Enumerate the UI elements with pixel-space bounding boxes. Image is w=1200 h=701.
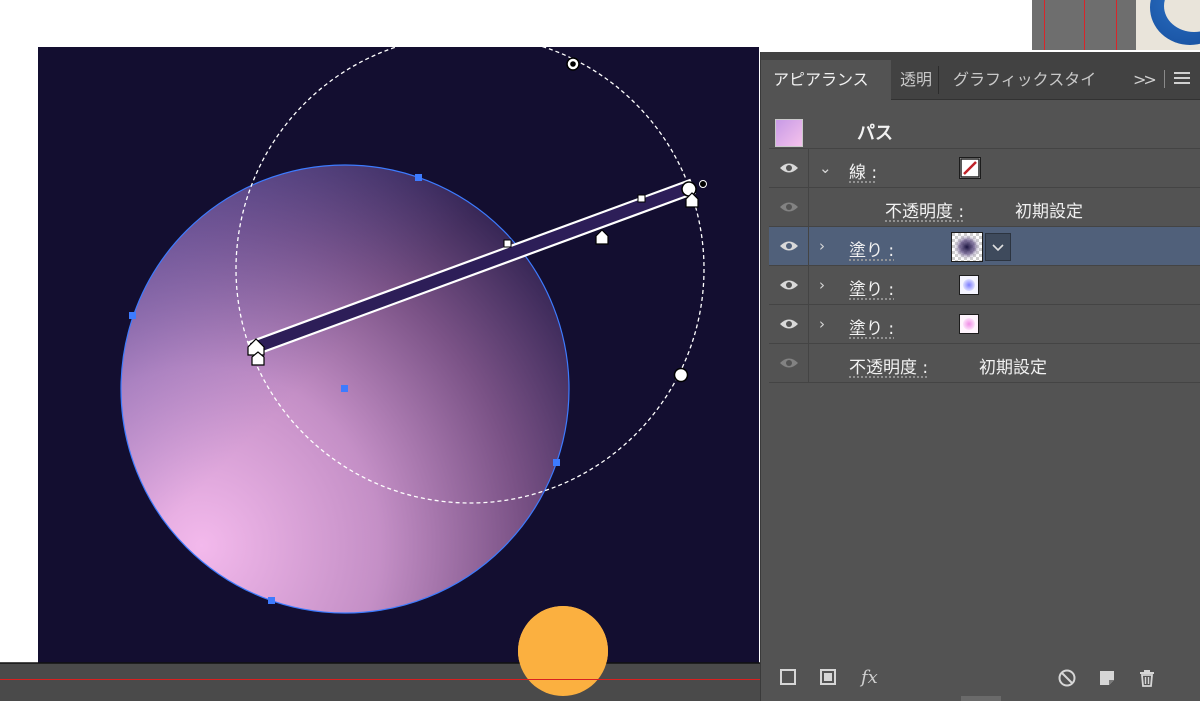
opacity-label[interactable]: 不透明度 : bbox=[849, 353, 928, 378]
fill-label[interactable]: 塗り : bbox=[849, 236, 894, 261]
blue-gradient-swatch-icon bbox=[960, 276, 978, 294]
eye-icon[interactable] bbox=[779, 201, 799, 213]
gradient-radius-handle[interactable] bbox=[673, 367, 689, 383]
anchor-point-right[interactable] bbox=[553, 459, 560, 466]
fill-row-1[interactable]: › 塗り : bbox=[769, 227, 1200, 266]
red-guide bbox=[1116, 0, 1117, 50]
panel-footer: fx bbox=[761, 658, 1200, 701]
panel-tab-bar: アピアランス 透明 グラフィックスタイ >> bbox=[761, 52, 1200, 100]
tab-divider bbox=[938, 66, 939, 94]
stroke-opacity-row[interactable]: 不透明度 : 初期設定 bbox=[769, 188, 1200, 227]
artwork[interactable] bbox=[38, 47, 759, 701]
object-opacity-row[interactable]: 不透明度 : 初期設定 bbox=[769, 344, 1200, 383]
tab-separator bbox=[1164, 70, 1165, 88]
chevron-right-icon[interactable]: › bbox=[819, 276, 825, 294]
fill-row-2[interactable]: › 塗り : bbox=[769, 266, 1200, 305]
anchor-point-left[interactable] bbox=[129, 312, 136, 319]
fill-label[interactable]: 塗り : bbox=[849, 275, 894, 300]
path-thumbnail bbox=[775, 119, 803, 147]
canvas-bottom-strip bbox=[0, 663, 760, 701]
opacity-value: 初期設定 bbox=[979, 358, 1047, 378]
visibility-cell[interactable] bbox=[769, 227, 809, 266]
duplicate-item-icon[interactable] bbox=[1097, 668, 1117, 688]
gradient-focus-handle-inner bbox=[570, 61, 576, 67]
eye-icon[interactable] bbox=[779, 357, 799, 369]
visibility-cell[interactable] bbox=[769, 188, 809, 227]
path-header-row[interactable]: パス bbox=[769, 110, 1200, 149]
center-point bbox=[341, 385, 348, 392]
artboard[interactable] bbox=[38, 47, 759, 701]
fill-dropdown-button[interactable] bbox=[985, 233, 1011, 261]
add-fill-icon[interactable] bbox=[819, 668, 837, 686]
stroke-label[interactable]: 線 : bbox=[849, 158, 877, 183]
fill-gradient-swatch[interactable] bbox=[951, 232, 983, 262]
red-guide-line bbox=[0, 679, 760, 680]
clear-appearance-icon[interactable] bbox=[1057, 668, 1077, 688]
canvas-area[interactable] bbox=[0, 0, 760, 701]
trash-icon[interactable] bbox=[1137, 668, 1157, 688]
opacity-label[interactable]: 不透明度 : bbox=[885, 197, 964, 222]
eye-icon[interactable] bbox=[779, 279, 799, 291]
fill-blue-swatch[interactable] bbox=[959, 275, 979, 295]
visibility-cell[interactable] bbox=[769, 149, 809, 188]
double-chevron-right-icon[interactable]: >> bbox=[1133, 70, 1157, 89]
hamburger-menu-icon[interactable] bbox=[1174, 72, 1190, 87]
appearance-panel: アピアランス 透明 グラフィックスタイ >> パス ⌄ 線 : 不透明度: 初… bbox=[760, 52, 1200, 701]
anchor-point-bottom[interactable] bbox=[268, 597, 275, 604]
red-guide bbox=[1044, 0, 1045, 50]
panel-resize-grip[interactable] bbox=[961, 696, 1001, 701]
stroke-row[interactable]: ⌄ 線 : bbox=[769, 149, 1200, 188]
visibility-cell[interactable] bbox=[769, 266, 809, 305]
chevron-right-icon[interactable]: › bbox=[819, 315, 825, 333]
fx-icon[interactable]: fx bbox=[861, 667, 878, 688]
chevron-down-icon bbox=[992, 244, 1004, 252]
fill-pink-swatch[interactable] bbox=[959, 314, 979, 334]
stroke-color-swatch[interactable] bbox=[959, 157, 981, 179]
eye-icon[interactable] bbox=[779, 162, 799, 174]
gradient-end-dot[interactable] bbox=[699, 180, 707, 188]
fill-row-3[interactable]: › 塗り : bbox=[769, 305, 1200, 344]
tab-graphic-styles[interactable]: グラフィックスタイ bbox=[941, 60, 1101, 100]
stroke-swatch-icon bbox=[960, 158, 980, 178]
object-type-title: パス bbox=[857, 123, 893, 144]
chevron-right-icon[interactable]: › bbox=[819, 237, 825, 255]
gradient-midpoint-2[interactable] bbox=[637, 194, 646, 203]
tab-appearance[interactable]: アピアランス bbox=[761, 60, 891, 100]
anchor-point-top[interactable] bbox=[415, 174, 422, 181]
visibility-cell[interactable] bbox=[769, 305, 809, 344]
color-stop-mid[interactable] bbox=[595, 229, 609, 245]
opacity-value: 初期設定 bbox=[1015, 202, 1083, 222]
eye-icon[interactable] bbox=[779, 240, 799, 252]
tab-transparency[interactable]: 透明 bbox=[892, 60, 938, 100]
pink-gradient-swatch-icon bbox=[960, 315, 978, 333]
chevron-down-icon[interactable]: ⌄ bbox=[819, 159, 832, 177]
gradient-end-handle[interactable] bbox=[681, 181, 697, 197]
red-guide bbox=[1084, 0, 1085, 50]
eye-icon[interactable] bbox=[779, 318, 799, 330]
gradient-midpoint[interactable] bbox=[503, 239, 512, 248]
gradient-swatch-icon bbox=[952, 233, 982, 261]
visibility-cell[interactable] bbox=[769, 344, 809, 383]
add-stroke-icon[interactable] bbox=[779, 668, 797, 686]
background-document-thumbnail bbox=[1032, 0, 1200, 50]
fill-label[interactable]: 塗り : bbox=[849, 314, 894, 339]
